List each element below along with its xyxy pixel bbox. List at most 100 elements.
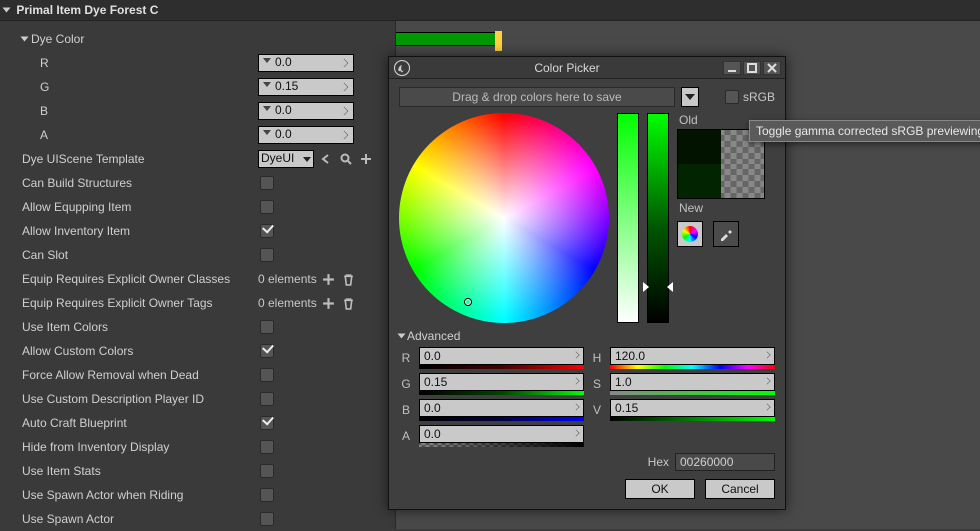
gradient-a[interactable] (419, 442, 584, 447)
drop-hint: Drag & drop colors here to save (452, 90, 621, 104)
eyedropper-icon (718, 226, 734, 242)
checkbox[interactable] (260, 224, 274, 238)
bool-label: Can Build Structures (0, 171, 256, 195)
add-icon[interactable] (321, 271, 337, 287)
bool-label: Use Spawn Actor (0, 507, 256, 531)
new-label: New (679, 201, 771, 215)
bool-label: Allow Custom Colors (0, 339, 256, 363)
advanced-label: Advanced (407, 329, 460, 343)
cancel-button[interactable]: Cancel (705, 479, 775, 499)
picker-input-s[interactable] (610, 373, 775, 391)
label-a: A (399, 429, 413, 443)
checkbox[interactable] (260, 344, 274, 358)
trash-icon[interactable] (341, 295, 357, 311)
search-icon[interactable] (338, 151, 354, 167)
section-header[interactable]: Primal Item Dye Forest C (0, 0, 980, 21)
label-b: B (399, 403, 413, 417)
bool-label: Allow Equpping Item (0, 195, 256, 219)
color-picker-title: Color Picker (411, 61, 723, 75)
input-b[interactable]: 0.0 (258, 102, 354, 120)
picker-input-g[interactable] (419, 373, 584, 391)
bool-label: Use Item Stats (0, 459, 256, 483)
triangle-down-icon (21, 37, 29, 42)
color-picker-window: Color Picker Drag & drop colors here to … (388, 56, 786, 510)
value-slider[interactable] (647, 113, 669, 323)
hex-input[interactable] (675, 453, 775, 471)
checkbox[interactable] (260, 176, 274, 190)
dye-color-group[interactable]: Dye Color (0, 27, 256, 51)
value: 0.0 (275, 127, 292, 141)
color-picker-titlebar[interactable]: Color Picker (389, 57, 785, 79)
saturation-slider[interactable] (617, 113, 639, 323)
dye-color-label: Dye Color (31, 32, 84, 46)
picker-input-h[interactable] (610, 347, 775, 365)
color-themes-button[interactable] (677, 221, 703, 247)
advanced-toggle[interactable]: Advanced (399, 329, 775, 343)
picker-input-a[interactable] (419, 425, 584, 443)
label-h: H (590, 351, 604, 365)
checkbox[interactable] (260, 440, 274, 454)
swatch-drop-area[interactable]: Drag & drop colors here to save (399, 87, 675, 107)
slider-indicator-icon (667, 282, 673, 292)
bool-label: Allow Inventory Item (0, 219, 256, 243)
count-label: 0 elements (258, 272, 317, 286)
value: 0.0 (275, 103, 292, 117)
swatch-dropdown[interactable] (681, 87, 699, 107)
value: 0.15 (275, 79, 298, 93)
eyedropper-button[interactable] (713, 221, 739, 247)
input-r[interactable]: 0.0 (258, 54, 354, 72)
label-g: G (399, 377, 413, 391)
label-v: V (590, 403, 604, 417)
srgb-checkbox[interactable] (725, 90, 739, 104)
section-title: Primal Item Dye Forest C (16, 3, 158, 17)
property-labels-column: Dye Color R G B A Dye UIScene Template C… (0, 21, 256, 529)
bool-label: Auto Craft Blueprint (0, 411, 256, 435)
input-g[interactable]: 0.15 (258, 78, 354, 96)
label-uiscene: Dye UIScene Template (0, 147, 256, 171)
trash-icon[interactable] (341, 271, 357, 287)
checkbox[interactable] (260, 416, 274, 430)
minimize-button[interactable] (723, 61, 741, 75)
srgb-label: sRGB (743, 90, 775, 104)
wheel-indicator[interactable] (464, 298, 472, 306)
add-icon[interactable] (321, 295, 337, 311)
unreal-logo-icon (393, 59, 411, 77)
triangle-down-icon (398, 334, 406, 339)
label-equip-tags: Equip Requires Explicit Owner Tags (0, 291, 256, 315)
value: DyeUI (261, 151, 294, 165)
label-a: A (0, 123, 256, 147)
ok-button[interactable]: OK (625, 479, 695, 499)
checkbox[interactable] (260, 464, 274, 478)
checkbox[interactable] (260, 320, 274, 334)
maximize-button[interactable] (743, 61, 761, 75)
label-s: S (590, 377, 604, 391)
uiscene-select[interactable]: DyeUI (258, 150, 314, 168)
picker-input-r[interactable] (419, 347, 584, 365)
bool-label: Hide from Inventory Display (0, 435, 256, 459)
count-label: 0 elements (258, 296, 317, 310)
label-b: B (0, 99, 256, 123)
picker-input-b[interactable] (419, 399, 584, 417)
input-a[interactable]: 0.0 (258, 126, 354, 144)
hex-label: Hex (648, 455, 669, 469)
checkbox[interactable] (260, 512, 274, 526)
triangle-down-icon (3, 8, 11, 13)
plus-icon[interactable] (358, 151, 374, 167)
close-button[interactable] (763, 61, 781, 75)
color-wheel[interactable] (399, 113, 609, 323)
label-g: G (0, 75, 256, 99)
checkbox[interactable] (260, 248, 274, 262)
checkbox[interactable] (260, 368, 274, 382)
bool-label: Force Allow Removal when Dead (0, 363, 256, 387)
bool-label: Use Spawn Actor when Riding (0, 483, 256, 507)
checkbox[interactable] (260, 488, 274, 502)
label-r: R (0, 51, 256, 75)
checkbox[interactable] (260, 200, 274, 214)
arrow-left-icon[interactable] (318, 151, 334, 167)
value: 0.0 (275, 55, 292, 69)
bool-label: Can Slot (0, 243, 256, 267)
picker-input-v[interactable] (610, 399, 775, 417)
bool-label: Use Item Colors (0, 315, 256, 339)
checkbox[interactable] (260, 392, 274, 406)
tooltip: Toggle gamma corrected sRGB previewing (749, 120, 980, 142)
